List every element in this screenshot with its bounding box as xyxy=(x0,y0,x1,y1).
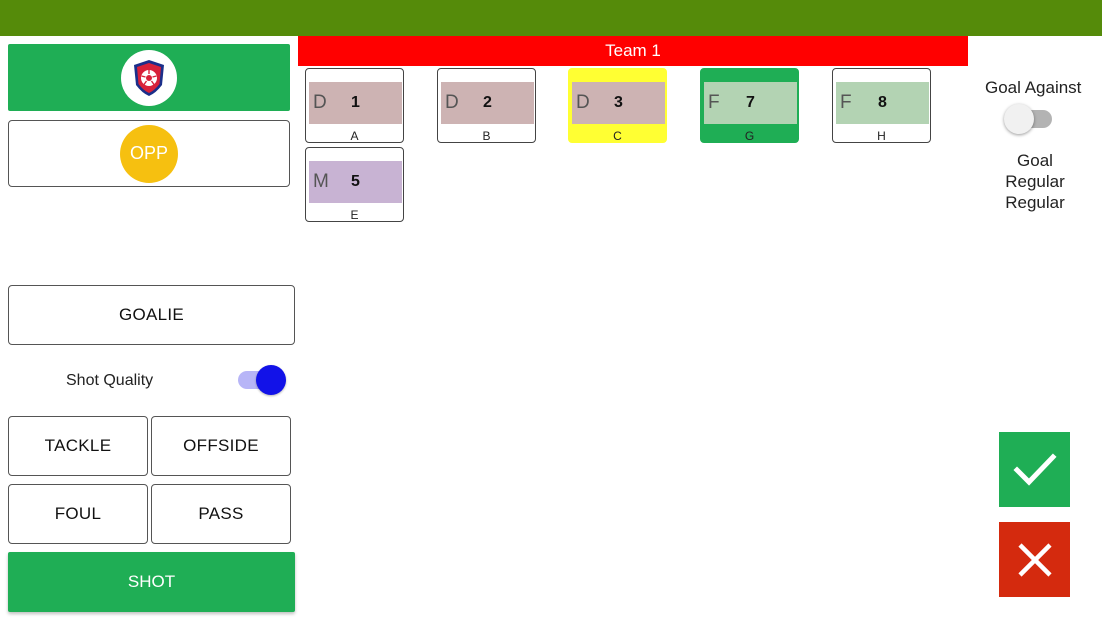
player-letter: A xyxy=(350,129,359,143)
pass-button[interactable]: PASS xyxy=(151,484,291,544)
player-card[interactable]: F 7 G xyxy=(700,68,799,143)
player-number: 8 xyxy=(878,94,887,111)
cancel-button[interactable] xyxy=(999,522,1070,597)
player-letter: C xyxy=(613,129,622,143)
player-card-body: D 1 xyxy=(309,82,402,124)
team-button[interactable] xyxy=(8,44,290,111)
status-line: Goal xyxy=(1017,151,1053,170)
shot-quality-toggle[interactable] xyxy=(256,365,286,395)
player-letter: H xyxy=(877,129,886,143)
checkmark-icon xyxy=(1012,452,1057,486)
shot-quality-label: Shot Quality xyxy=(66,372,154,389)
player-card[interactable]: D 2 B xyxy=(437,68,536,143)
status-line: Regular xyxy=(1005,172,1065,191)
top-app-bar xyxy=(0,0,1102,36)
player-card-body: D 3 xyxy=(572,82,665,124)
close-icon xyxy=(1017,542,1052,577)
player-letter: E xyxy=(350,208,359,222)
tackle-button[interactable]: TACKLE xyxy=(8,416,148,476)
player-letter: G xyxy=(744,129,755,143)
player-number: 7 xyxy=(746,94,755,111)
status-line: Regular xyxy=(1005,193,1065,212)
player-number: 5 xyxy=(351,173,360,190)
goal-against-label: Goal Against xyxy=(985,78,1082,97)
player-card[interactable]: D 1 A xyxy=(305,68,404,143)
opponent-badge: OPP xyxy=(120,124,178,183)
player-card[interactable]: M 5 E xyxy=(305,147,404,222)
player-number: 2 xyxy=(483,94,492,111)
player-number: 3 xyxy=(614,94,623,111)
player-number: 1 xyxy=(351,94,360,111)
shield-ball-icon xyxy=(134,59,164,96)
player-card[interactable]: F 8 H xyxy=(832,68,931,143)
player-card-body: F 7 xyxy=(704,82,797,124)
team-header: Team 1 xyxy=(298,36,968,66)
player-card[interactable]: D 3 C xyxy=(568,68,667,143)
goal-against-toggle[interactable] xyxy=(1004,104,1034,134)
opponent-button[interactable]: OPP xyxy=(8,120,290,187)
player-card-body: F 8 xyxy=(836,82,929,124)
shot-button[interactable]: SHOT xyxy=(8,552,295,612)
player-card-body: D 2 xyxy=(441,82,534,124)
player-letter: B xyxy=(482,129,491,143)
goalie-button[interactable]: GOALIE xyxy=(8,285,295,345)
offside-button[interactable]: OFFSIDE xyxy=(151,416,291,476)
team-logo xyxy=(121,49,177,106)
player-card-body: M 5 xyxy=(309,161,402,203)
confirm-button[interactable] xyxy=(999,432,1070,507)
foul-button[interactable]: FOUL xyxy=(8,484,148,544)
